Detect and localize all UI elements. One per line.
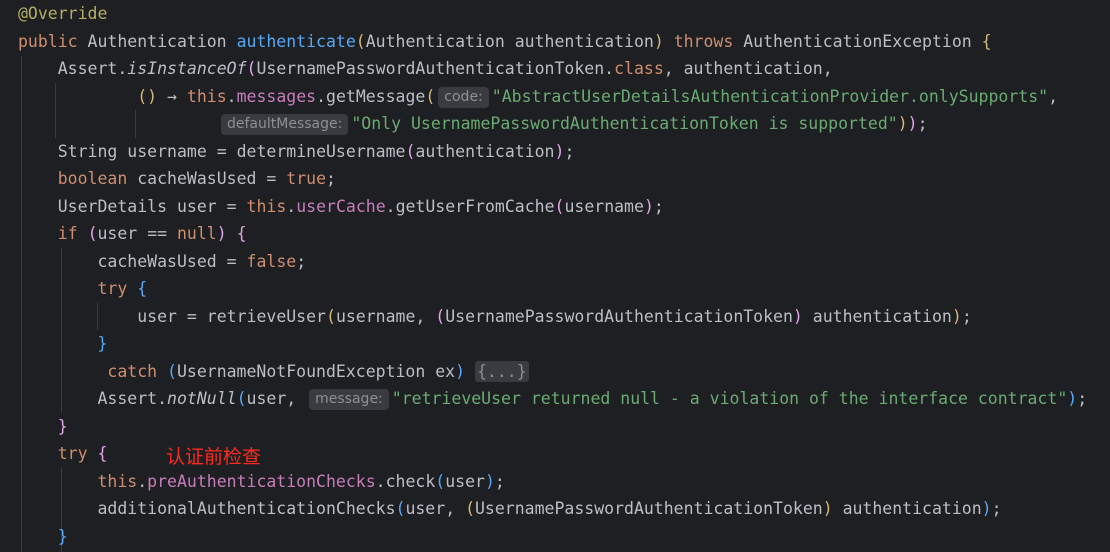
variable: cacheWasUsed (137, 169, 257, 188)
variable: cacheWasUsed (97, 251, 217, 271)
keyword: null (177, 224, 217, 243)
code-line[interactable]: public Authentication authenticate(Authe… (18, 28, 992, 56)
folded-code-block[interactable]: {...} (475, 360, 529, 382)
string-literal: "retrieveUser returned null - a violatio… (391, 389, 1068, 408)
variable: user (445, 471, 485, 491)
type-name: AuthenticationException (743, 31, 972, 51)
code-line[interactable]: Assert.notNull(user, message: "retrieveUs… (18, 385, 1087, 413)
code-editor[interactable]: @Override public Authentication authenti… (0, 0, 1110, 552)
code-line[interactable]: user = retrieveUser(username, (UsernameP… (18, 303, 972, 331)
code-line[interactable]: try { (18, 440, 108, 468)
code-line[interactable]: this.preAuthenticationChecks.check(user)… (18, 468, 504, 496)
method-call: determineUsername (236, 141, 406, 161)
keyword: this (186, 86, 227, 106)
parameter: authentication (842, 499, 982, 518)
code-line[interactable]: if (user == null) { (18, 220, 247, 248)
code-line[interactable]: UserDetails user = this.userCache.getUse… (18, 193, 664, 221)
variable: username (127, 141, 207, 161)
method-call: retrieveUser (206, 306, 326, 326)
code-line[interactable]: try { (18, 275, 147, 303)
variable: user (137, 306, 177, 326)
code-line[interactable]: catch (UsernameNotFoundException ex) {..… (18, 358, 529, 386)
type-name: UsernameNotFoundException (176, 361, 426, 381)
lambda-arrow: → (167, 86, 177, 106)
keyword: true (286, 169, 327, 188)
code-line[interactable]: defaultMessage: "Only UsernamePasswordAut… (218, 110, 928, 138)
variable: user (97, 224, 138, 243)
parameter: authentication (415, 141, 555, 161)
string-literal: "AbstractUserDetailsAuthenticationProvid… (491, 86, 1049, 106)
type-name: String (57, 141, 118, 161)
keyword: try (57, 444, 88, 463)
code-line[interactable]: } (18, 523, 68, 551)
keyword: public (18, 31, 78, 51)
method-call: notNull (167, 389, 237, 408)
operator: == (147, 224, 168, 243)
pre-check-annotation-note: 认证前检查 (166, 446, 262, 468)
code-line[interactable]: () → this.messages.getMessage(code: "Abst… (18, 83, 1058, 111)
keyword: this (246, 196, 287, 216)
field: messages (236, 86, 317, 106)
type-name: Authentication (365, 31, 505, 51)
code-line[interactable]: cacheWasUsed = false; (18, 248, 306, 276)
parameter: authentication (683, 59, 823, 78)
parameter: authentication (812, 306, 952, 326)
keyword: this (97, 471, 138, 491)
method-name: authenticate (236, 31, 356, 51)
code-line[interactable]: } (18, 330, 107, 358)
keyword: boolean (57, 169, 128, 188)
parameter: authentication (514, 31, 654, 51)
code-line[interactable]: String username = determineUsername(auth… (18, 138, 575, 166)
parameter-hint: code: (438, 86, 489, 108)
code-line[interactable]: @Override (18, 0, 107, 28)
variable: username (335, 306, 416, 326)
code-line[interactable]: Assert.isInstanceOf(UsernamePasswordAuth… (18, 55, 833, 83)
keyword: if (57, 224, 78, 243)
field: userCache (296, 196, 386, 216)
method-call: getUserFromCache (395, 196, 555, 216)
type-name: UsernamePasswordAuthenticationToken (475, 499, 823, 518)
parameter-hint: defaultMessage: (221, 114, 349, 135)
variable: user (246, 389, 287, 408)
method-call: check (385, 471, 436, 491)
type-name: UsernamePasswordAuthenticationToken (256, 59, 605, 78)
keyword: throws (673, 31, 734, 51)
code-line[interactable]: additionalAuthenticationChecks(user, (Us… (18, 495, 1001, 523)
variable: user (176, 196, 217, 216)
class-name: Assert (97, 389, 158, 408)
method-call: isInstanceOf (127, 59, 247, 78)
type-name: UsernamePasswordAuthenticationToken (445, 306, 793, 326)
variable: username (564, 196, 644, 216)
code-line[interactable]: boolean cacheWasUsed = true; (18, 165, 336, 193)
override-annotation: @Override (18, 4, 108, 23)
keyword: try (97, 279, 128, 298)
type-name: Authentication (87, 31, 227, 51)
method-call: getMessage (326, 86, 426, 106)
method-call: additionalAuthenticationChecks (97, 499, 396, 518)
indent-guide (135, 110, 136, 138)
variable: user (405, 499, 446, 518)
variable: ex (435, 361, 456, 381)
keyword: false (246, 251, 297, 271)
type-name: UserDetails (57, 196, 168, 216)
keyword: class (614, 59, 664, 78)
field: preAuthenticationChecks (147, 471, 376, 491)
code-line[interactable]: } (18, 413, 68, 441)
parameter-hint: message: (309, 389, 389, 410)
keyword: catch (107, 361, 158, 381)
class-name: Assert (57, 59, 118, 78)
string-literal: "Only UsernamePasswordAuthenticationToke… (351, 114, 898, 133)
